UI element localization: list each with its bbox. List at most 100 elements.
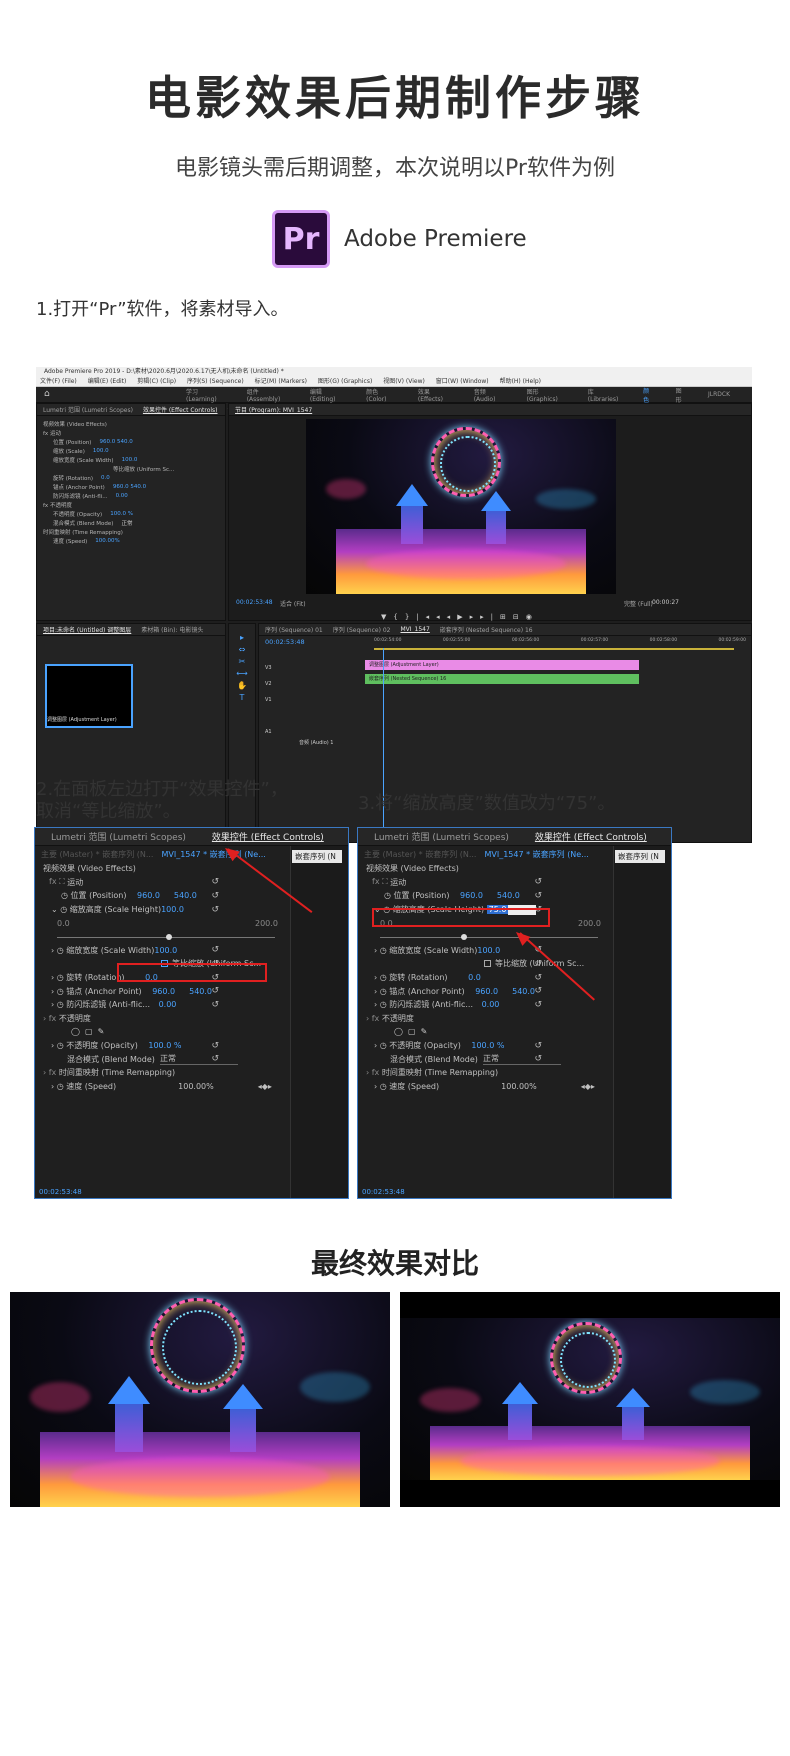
reset-icon[interactable]: ↺: [534, 877, 542, 887]
program-timecode[interactable]: 00:02:53:48: [236, 599, 273, 606]
menu-view[interactable]: 视图(V) (View): [383, 378, 425, 385]
mask-tools-row[interactable]: ◯ ▢ ✎: [366, 1025, 608, 1039]
ec-timecode[interactable]: 00:02:53:48: [358, 1186, 671, 1198]
tab-bin[interactable]: 素材箱 (Bin): 电影镜头: [141, 625, 203, 634]
reset-icon[interactable]: ↺: [211, 945, 219, 955]
ec-row: 旋转 (Rotation) 0.0: [53, 474, 110, 482]
scale-slider-track[interactable]: [380, 936, 598, 938]
ec-timecode[interactable]: 00:02:53:48: [35, 1186, 348, 1198]
ws-assembly[interactable]: 组件 (Assembly): [247, 387, 288, 403]
fit-dropdown[interactable]: 适合 (Fit): [280, 599, 306, 608]
keyframe-nav-icon[interactable]: ◂◆▸: [581, 1082, 595, 1091]
motion-row[interactable]: fx ⛶ 运动 ↺: [366, 876, 608, 890]
time-remap-row[interactable]: › fx 时间重映射 (Time Remapping): [366, 1066, 608, 1080]
tab-lumetri-scopes[interactable]: Lumetri 范围 (Lumetri Scopes): [43, 405, 133, 414]
ws-libraries[interactable]: 库 (Libraries): [588, 387, 621, 403]
tab-project[interactable]: 项目:未命名 (Untitled) 调整图层: [43, 625, 131, 634]
reset-icon[interactable]: ↺: [211, 891, 219, 901]
tab-lumetri[interactable]: Lumetri 范围 (Lumetri Scopes): [374, 830, 509, 843]
ws-learning[interactable]: 学习 (Learning): [186, 387, 225, 403]
tab-effect-controls[interactable]: 效果控件 (Effect Controls): [143, 405, 218, 414]
tab-effect-controls[interactable]: 效果控件 (Effect Controls): [212, 830, 324, 843]
uniform-scale-checkbox[interactable]: [484, 960, 491, 968]
chevron-right-icon[interactable]: › ◷: [51, 946, 66, 955]
reset-icon[interactable]: ↺: [534, 973, 542, 983]
ec-tabs: Lumetri 范围 (Lumetri Scopes) 效果控件 (Effect…: [37, 404, 240, 416]
ec-row: 视频效果 (Video Effects): [43, 421, 107, 428]
reset-icon[interactable]: ↺: [534, 959, 542, 969]
tab-seq-02[interactable]: 序列 (Sequence) 02: [333, 625, 391, 634]
reset-icon[interactable]: ↺: [534, 1041, 542, 1051]
menu-file[interactable]: 文件(F) (File): [40, 378, 77, 385]
ws-custom[interactable]: JLRDCK: [708, 391, 730, 398]
tool-icons[interactable]: ▸ ⇔ ✂ ⟷ ✋ T: [229, 632, 255, 704]
ws-color[interactable]: 颜色 (Color): [366, 387, 396, 403]
reset-icon[interactable]: ↺: [534, 1054, 542, 1064]
chevron-right-icon[interactable]: › ◷: [51, 1082, 66, 1091]
antiflicker-row: › ◷ 防闪烁滤镜 (Anti-flic... 0.00 ↺: [374, 999, 542, 1010]
menu-edit[interactable]: 编辑(E) (Edit): [88, 378, 127, 385]
full-dropdown[interactable]: 完整 (Full): [624, 599, 653, 608]
stopwatch-icon[interactable]: ◷: [61, 891, 71, 900]
reset-icon[interactable]: ↺: [211, 1041, 219, 1051]
transport-controls[interactable]: ▼{}|◂◂◂▶▸▸|⊞⊟◉: [381, 613, 539, 621]
chevron-right-icon[interactable]: › ◷: [374, 946, 389, 955]
tab-nested[interactable]: 嵌套序列 (Nested Sequence) 16: [440, 625, 533, 634]
ws-effects[interactable]: 效果 (Effects): [418, 387, 452, 403]
fx-icon: fx ⛶: [372, 877, 391, 887]
menu-clip[interactable]: 剪辑(C) (Clip): [137, 378, 176, 385]
reset-icon[interactable]: ↺: [211, 877, 219, 887]
menu-markers[interactable]: 标记(M) (Markers): [255, 378, 307, 385]
chevron-right-icon[interactable]: › ◷: [51, 1041, 66, 1050]
chevron-down-icon[interactable]: ⌄ ◷: [51, 905, 70, 914]
tab-mvi[interactable]: MVI_1547: [400, 626, 429, 633]
tab-effect-controls[interactable]: 效果控件 (Effect Controls): [535, 830, 647, 843]
ws-audio[interactable]: 音频 (Audio): [474, 387, 505, 403]
home-icon[interactable]: ⌂: [44, 390, 54, 399]
reset-icon[interactable]: ↺: [211, 986, 219, 996]
menu-window[interactable]: 窗口(W) (Window): [436, 378, 489, 385]
reset-icon[interactable]: ↺: [211, 1054, 219, 1064]
ws-color-active[interactable]: 颜色: [643, 386, 653, 404]
blend-mode-select[interactable]: 正常: [160, 1053, 238, 1066]
chevron-right-icon[interactable]: › ◷: [51, 987, 66, 996]
reset-icon[interactable]: ↺: [534, 891, 542, 901]
chevron-right-icon[interactable]: › ◷: [51, 973, 66, 982]
tab-seq-01[interactable]: 序列 (Sequence) 01: [265, 625, 323, 634]
nested-seq-tag[interactable]: 嵌套序列 (N: [615, 850, 665, 863]
mask-tools-row[interactable]: ◯ ▢ ✎: [43, 1025, 285, 1039]
time-remap-row[interactable]: › fx 时间重映射 (Time Remapping): [43, 1066, 285, 1080]
ws-editing[interactable]: 编辑 (Editing): [310, 387, 344, 403]
ws-graphics-2[interactable]: 图形: [676, 386, 686, 404]
fx-icon: › fx: [43, 1013, 59, 1023]
chevron-right-icon[interactable]: › ◷: [51, 1000, 66, 1009]
reset-icon[interactable]: ↺: [211, 1000, 219, 1010]
chevron-right-icon[interactable]: › ◷: [374, 973, 389, 982]
opacity-group-row[interactable]: › fx 不透明度: [366, 1012, 608, 1026]
reset-icon[interactable]: ↺: [534, 986, 542, 996]
ws-graphics[interactable]: 图形 (Graphics): [527, 387, 566, 403]
menu-sequence[interactable]: 序列(S) (Sequence): [187, 378, 244, 385]
chevron-right-icon[interactable]: › ◷: [374, 1041, 389, 1050]
tab-lumetri[interactable]: Lumetri 范围 (Lumetri Scopes): [51, 830, 186, 843]
nested-sequence-clip[interactable]: 嵌套序列 (Nested Sequence) 16: [365, 674, 639, 684]
reset-icon[interactable]: ↺: [534, 1000, 542, 1010]
keyframe-nav-icon[interactable]: ◂◆▸: [258, 1082, 272, 1091]
chevron-right-icon[interactable]: › ◷: [374, 987, 389, 996]
menu-graphics[interactable]: 图形(G) (Graphics): [318, 378, 372, 385]
stopwatch-icon[interactable]: ◷: [384, 891, 394, 900]
reset-icon[interactable]: ↺: [211, 905, 219, 915]
nested-seq-tag[interactable]: 嵌套序列 (N: [292, 850, 342, 863]
sequence-timecode[interactable]: 00:02:53:48: [265, 638, 305, 646]
scale-slider-knob[interactable]: [461, 933, 467, 940]
menu-help[interactable]: 帮助(H) (Help): [500, 378, 541, 385]
work-area-bar[interactable]: [374, 648, 734, 650]
chevron-right-icon[interactable]: › ◷: [374, 1082, 389, 1091]
motion-row[interactable]: fx ⛶ 运动 ↺: [43, 876, 285, 890]
ec-row: 位置 (Position) 960.0 540.0: [53, 438, 133, 446]
adjustment-layer-clip[interactable]: 调整图层 (Adjustment Layer): [365, 660, 639, 670]
chevron-right-icon[interactable]: › ◷: [374, 1000, 389, 1009]
opacity-group-row[interactable]: › fx 不透明度: [43, 1012, 285, 1026]
blend-mode-select[interactable]: 正常: [483, 1053, 561, 1066]
scale-slider-knob[interactable]: [166, 933, 172, 940]
